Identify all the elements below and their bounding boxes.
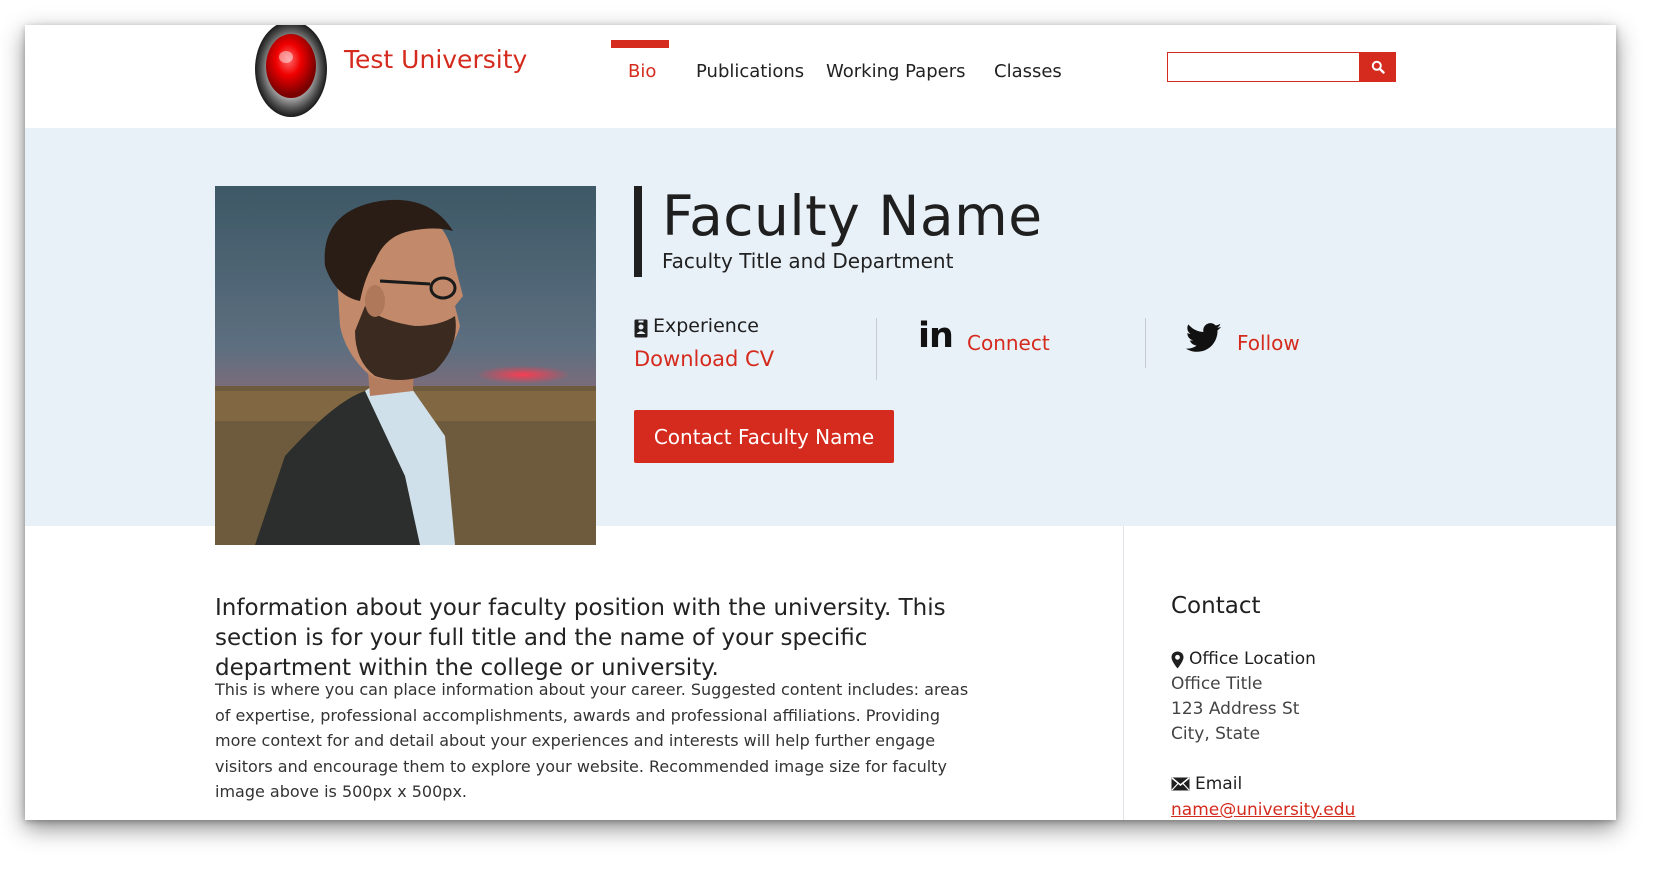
- site-title[interactable]: Test University: [344, 45, 527, 74]
- office-street: 123 Address St: [1171, 699, 1300, 719]
- search-icon: [1371, 60, 1385, 74]
- faculty-title-subheading: Faculty Title and Department: [662, 249, 954, 273]
- position-summary: Information about your faculty position …: [215, 595, 946, 681]
- twitter-follow-link[interactable]: Follow: [1237, 331, 1300, 355]
- site-header: Test University Bio Publications Working…: [25, 25, 1616, 128]
- map-pin-icon: [1171, 651, 1184, 669]
- office-location-label: Office Location: [1189, 649, 1316, 669]
- linkedin-icon[interactable]: in: [918, 316, 954, 356]
- contact-faculty-button[interactable]: Contact Faculty Name: [634, 410, 894, 463]
- nav-item-classes[interactable]: Classes: [994, 61, 1062, 82]
- office-city-state: City, State: [1171, 724, 1261, 744]
- id-badge-icon: [634, 319, 648, 338]
- experience-label: Experience: [653, 315, 759, 337]
- twitter-icon[interactable]: [1186, 323, 1222, 353]
- nav-item-bio[interactable]: Bio: [628, 61, 656, 82]
- social-divider: [1145, 318, 1146, 368]
- sidebar-divider: [1123, 526, 1124, 820]
- nav-active-indicator: [611, 40, 669, 48]
- nav-item-publications[interactable]: Publications: [696, 61, 804, 82]
- email-label: Email: [1195, 774, 1243, 794]
- download-cv-link[interactable]: Download CV: [634, 347, 774, 371]
- faculty-photo: [215, 186, 596, 545]
- nav-item-working-papers[interactable]: Working Papers: [826, 61, 966, 82]
- email-heading: Email: [1171, 774, 1242, 794]
- email-link[interactable]: name@university.edu: [1171, 800, 1355, 820]
- name-accent-bar: [634, 186, 642, 277]
- office-title: Office Title: [1171, 674, 1263, 694]
- bio-text: This is where you can place information …: [215, 680, 969, 801]
- social-divider: [876, 318, 877, 380]
- browser-page: Test University Bio Publications Working…: [25, 25, 1616, 820]
- faculty-name-heading: Faculty Name: [662, 184, 1043, 248]
- envelope-icon: [1171, 777, 1190, 791]
- linkedin-connect-link[interactable]: Connect: [967, 331, 1050, 355]
- office-location-heading: Office Location: [1171, 649, 1316, 669]
- search-button[interactable]: [1359, 52, 1396, 82]
- search-input[interactable]: [1167, 52, 1360, 82]
- university-logo[interactable]: [253, 25, 329, 119]
- contact-heading: Contact: [1171, 593, 1261, 619]
